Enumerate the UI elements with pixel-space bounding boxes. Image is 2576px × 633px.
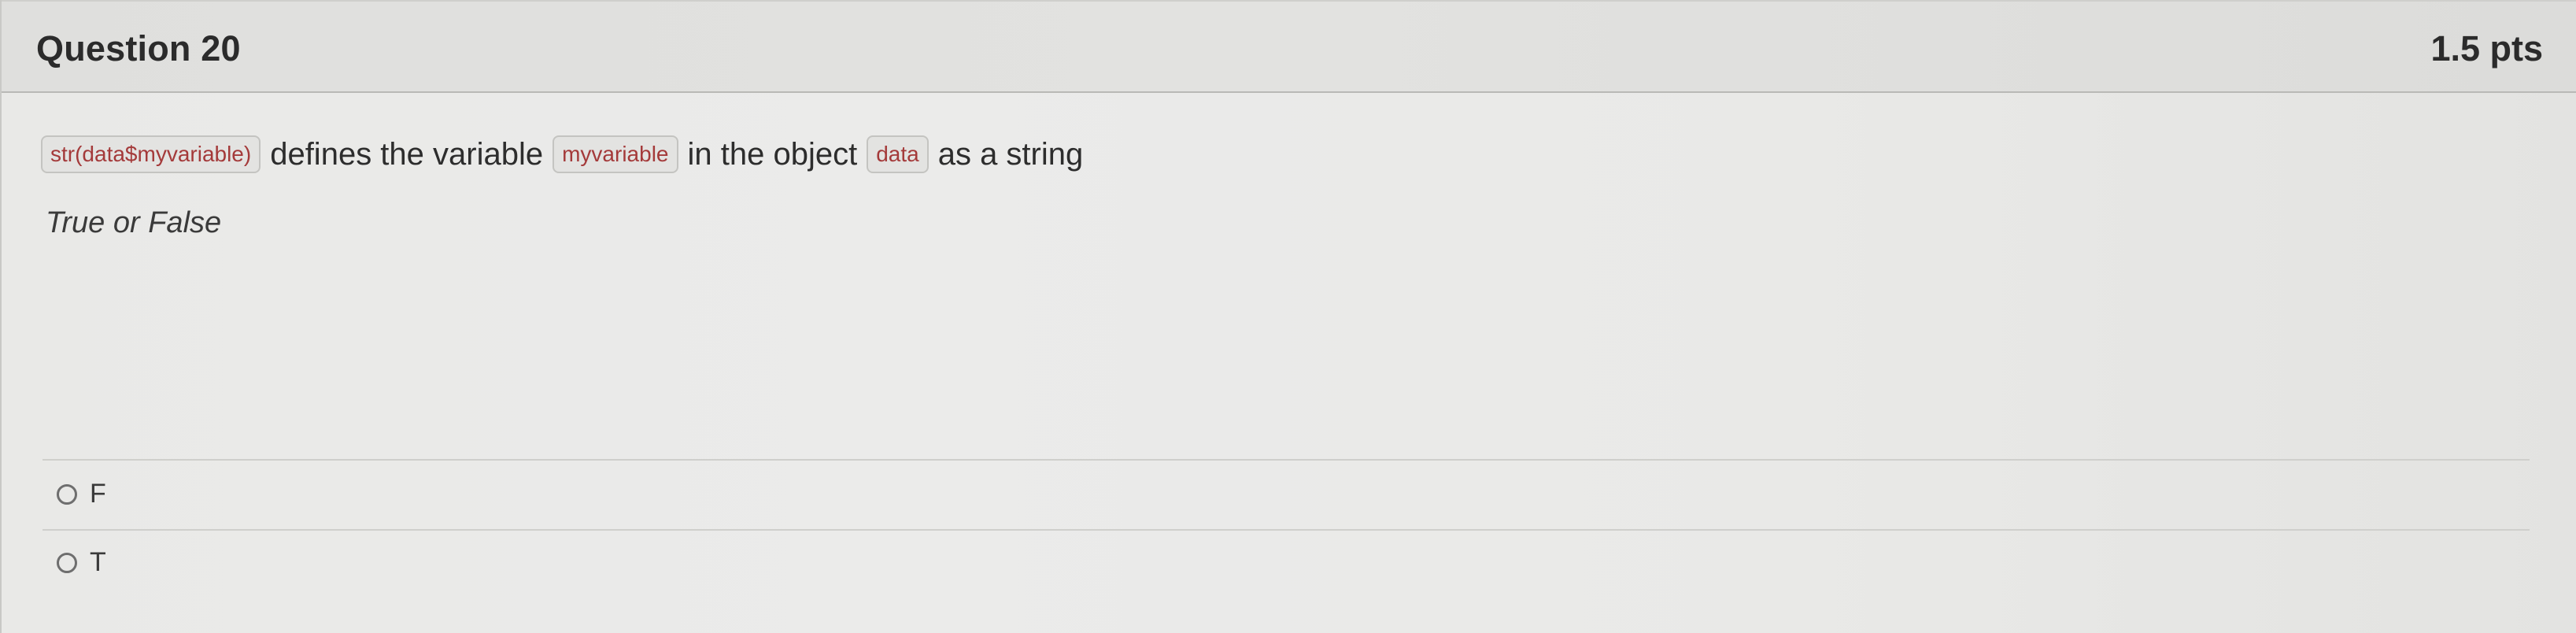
stem-text-string: as a string: [937, 136, 1084, 172]
answer-label-f: F: [90, 479, 106, 509]
code-snippet-myvariable: myvariable: [553, 135, 678, 173]
radio-button-t[interactable]: [57, 552, 77, 573]
answer-label-t: T: [90, 547, 106, 577]
question-body: [2, 93, 2576, 633]
question-title: Question 20: [36, 28, 241, 68]
question-points: 1.5 pts: [2430, 28, 2543, 68]
stem-text-defines: defines the variable: [270, 136, 544, 172]
stem-text-object: in the object: [687, 136, 858, 172]
question-header: Question 20 1.5 pts: [2, 0, 2576, 93]
answer-option-f[interactable]: F: [57, 479, 106, 509]
answers-divider-top: [43, 459, 2530, 461]
question-instruction: True or False: [46, 206, 222, 239]
question-stem: str(data$myvariable) defines the variabl…: [41, 135, 1083, 173]
code-snippet-str: str(data$myvariable): [41, 135, 261, 173]
answers-divider-middle: [43, 529, 2530, 531]
code-snippet-data: data: [867, 135, 929, 173]
answer-option-t[interactable]: T: [57, 547, 106, 578]
radio-button-f[interactable]: [57, 483, 77, 505]
question-card: Question 20 1.5 pts str(data$myvariable)…: [0, 0, 2576, 633]
